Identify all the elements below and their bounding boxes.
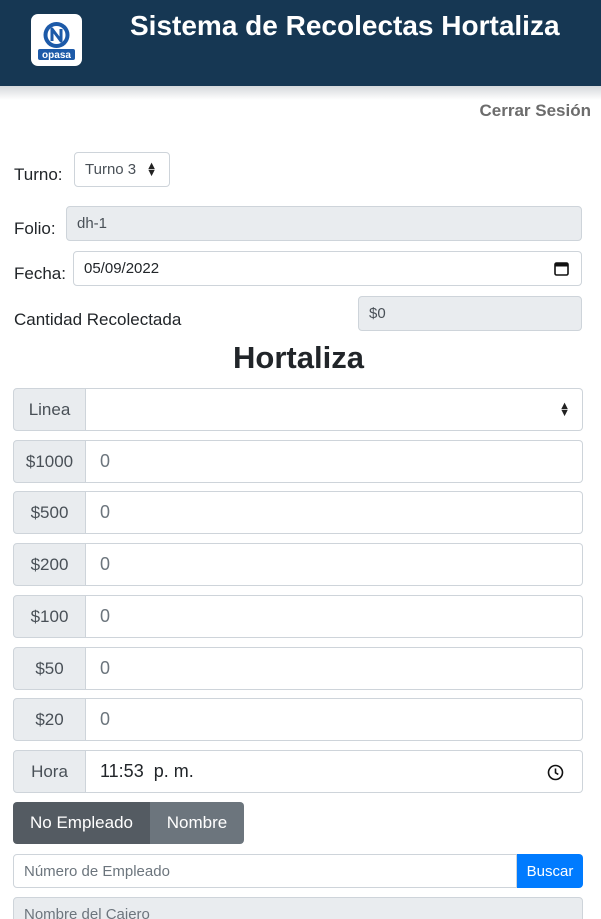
employee-number-input[interactable]: Número de Empleado [13, 854, 517, 888]
denomination-input[interactable]: 0 [86, 647, 583, 690]
nombre-button[interactable]: Nombre [150, 802, 244, 844]
denomination-label: $1000 [13, 440, 86, 483]
logout-link[interactable]: Cerrar Sesión [480, 101, 592, 121]
linea-label: Linea [13, 388, 86, 431]
clock-icon[interactable] [547, 764, 564, 786]
no-empleado-button[interactable]: No Empleado [13, 802, 150, 844]
denomination-label: $20 [13, 698, 86, 741]
hora-label: Hora [13, 750, 86, 793]
cantidad-value: $0 [369, 305, 386, 322]
folio-value: dh-1 [77, 215, 108, 232]
calendar-icon[interactable] [554, 261, 569, 280]
denomination-input[interactable]: 0 [86, 543, 583, 586]
denomination-input[interactable]: 0 [86, 440, 583, 483]
opasa-logo: opasa [31, 14, 82, 66]
folio-field: dh-1 [66, 206, 582, 241]
fecha-value: 05/09/2022 [84, 260, 160, 277]
linea-select[interactable]: ▲ ▼ [86, 388, 583, 431]
hora-input[interactable]: 11:53 p. m. [86, 750, 583, 793]
turno-value: Turno 3 [85, 161, 137, 178]
search-mode-toggle: No Empleado Nombre [13, 802, 244, 844]
denomination-label: $200 [13, 543, 86, 586]
buscar-button[interactable]: Buscar [517, 854, 583, 888]
denomination-label: $500 [13, 491, 86, 534]
header-shadow [0, 86, 601, 100]
denomination-row: $1000 0 [13, 440, 583, 483]
cantidad-field: $0 [358, 296, 582, 331]
linea-group: Linea ▲ ▼ [13, 388, 583, 431]
denomination-row: $500 0 [13, 491, 583, 534]
denomination-label: $50 [13, 647, 86, 690]
cashier-name-field: Nombre del Cajero [13, 897, 583, 919]
denomination-input[interactable]: 0 [86, 595, 583, 638]
folio-label: Folio: [14, 219, 56, 238]
fecha-label: Fecha: [14, 264, 66, 283]
app-header: opasa Sistema de Recolectas Hortaliza [0, 0, 601, 86]
logo-text: opasa [42, 50, 71, 61]
updown-caret-icon: ▲ ▼ [559, 399, 570, 419]
turno-select[interactable]: Turno 3 ▲ ▼ [74, 152, 170, 187]
turno-label: Turno: [14, 165, 63, 184]
denomination-input[interactable]: 0 [86, 491, 583, 534]
hora-value: 11:53 p. m. [100, 761, 194, 781]
denomination-row: $200 0 [13, 543, 583, 586]
hora-group: Hora 11:53 p. m. [13, 750, 583, 793]
denomination-row: $50 0 [13, 647, 583, 690]
section-title: Hortaliza [233, 340, 364, 375]
denomination-row: $20 0 [13, 698, 583, 741]
updown-caret-icon: ▲ ▼ [146, 159, 157, 179]
denomination-label: $100 [13, 595, 86, 638]
cantidad-label: Cantidad Recolectada [14, 310, 182, 329]
app-title: Sistema de Recolectas Hortaliza [130, 10, 560, 41]
denomination-row: $100 0 [13, 595, 583, 638]
fecha-input[interactable]: 05/09/2022 [73, 251, 582, 286]
denomination-input[interactable]: 0 [86, 698, 583, 741]
